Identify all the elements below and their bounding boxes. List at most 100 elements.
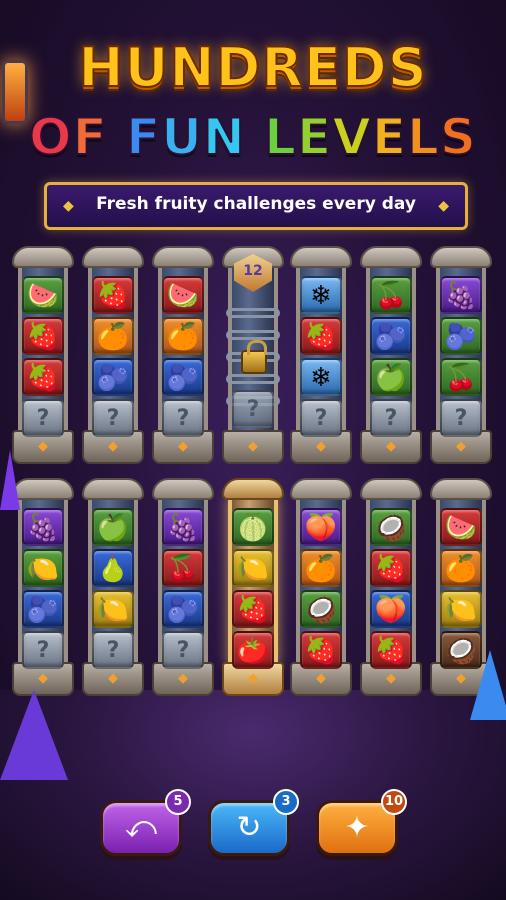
tube-base: ◆	[222, 430, 284, 464]
fruit-tile[interactable]: 🫐	[92, 358, 134, 396]
mystery-tile[interactable]: ?	[440, 399, 482, 437]
fruit-tile[interactable]: 🍈	[232, 508, 274, 546]
fruit-tile[interactable]: 🫐	[370, 317, 412, 355]
tube-cap	[360, 478, 422, 500]
title-line-1: HUNDREDS	[77, 35, 428, 100]
fruit-tile[interactable]: 🥥	[370, 508, 412, 546]
fruit-tube[interactable]: ◆ 🍇 🫐 🍒?	[430, 246, 492, 464]
undo-button[interactable]: ⤺ 5	[100, 789, 191, 856]
diamond-icon: ◆	[38, 671, 48, 686]
fruit-tile[interactable]: 🍊	[440, 549, 482, 587]
mystery-tile[interactable]: ?	[22, 631, 64, 669]
fruit-tile[interactable]: 🍊	[300, 549, 342, 587]
fruit-tile[interactable]: 🍅	[232, 631, 274, 669]
refresh-button[interactable]: ↻ 3	[208, 789, 299, 856]
fruit-tile[interactable]: 🍋	[92, 590, 134, 628]
diamond-icon: ◆	[108, 671, 118, 686]
fruit-tile[interactable]: 🍓	[22, 317, 64, 355]
chain-icon	[226, 330, 280, 340]
mystery-tile[interactable]: ?	[92, 631, 134, 669]
fruit-tile[interactable]: 🍇	[440, 276, 482, 314]
tube-cap	[12, 246, 74, 268]
mystery-tile[interactable]: ?	[300, 399, 342, 437]
title-letter: F	[72, 107, 127, 167]
fruit-tile[interactable]: 🍓	[300, 631, 342, 669]
fruit-tile[interactable]: 🍓	[232, 590, 274, 628]
fruit-tile[interactable]: 🍒	[370, 276, 412, 314]
mystery-tile[interactable]: ?	[162, 631, 204, 669]
mystery-tile[interactable]: ?	[162, 399, 204, 437]
tube-cap	[152, 246, 214, 268]
fruit-tile[interactable]: 🍒	[162, 549, 204, 587]
fruit-tile[interactable]: 🍑	[300, 508, 342, 546]
fruit-tile[interactable]: 🍋	[440, 590, 482, 628]
fruit-tile[interactable]: ❄	[300, 276, 342, 314]
fruit-tube[interactable]: ◆ 🍇 🍒 🫐?	[152, 478, 214, 696]
tube-cap	[290, 246, 352, 268]
chain-icon	[226, 308, 280, 318]
diamond-icon: ◆	[248, 671, 258, 686]
fruit-tile[interactable]: 🫐	[22, 590, 64, 628]
fruit-tile[interactable]: 🍑	[370, 590, 412, 628]
fruit-tube[interactable]: ◆ 🍑 🍊 🥥 🍓	[290, 478, 352, 696]
fruit-tile[interactable]: 🍏	[370, 358, 412, 396]
fruit-tube[interactable]: ◆ 🍏 🍐 🍋?	[82, 478, 144, 696]
title-letter: N	[202, 107, 265, 167]
fruit-tube[interactable]: ◆ 🍒 🫐 🍏?	[360, 246, 422, 464]
crystal-left-small-icon	[0, 450, 20, 510]
fruit-tile[interactable]: 🍇	[22, 508, 64, 546]
mystery-tile[interactable]: ?	[370, 399, 412, 437]
tube-cap	[430, 246, 492, 268]
fruit-tube[interactable]: ◆ ❄ 🍓 ❄?	[290, 246, 352, 464]
banner-text: Fresh fruity challenges every day	[96, 194, 416, 214]
fruit-tube[interactable]: ◆ 🍓 🍊 🫐?	[82, 246, 144, 464]
title-letter: L	[406, 107, 440, 167]
diamond-icon: ◆	[438, 198, 449, 214]
chain-icon	[226, 374, 280, 384]
locked-tube[interactable]: ◆ 12?	[222, 246, 284, 464]
fruit-tile[interactable]: 🫐	[162, 590, 204, 628]
level-number: 12	[243, 263, 263, 279]
mystery-tile[interactable]: ?	[22, 399, 64, 437]
title-letter: E	[371, 107, 408, 167]
fruit-tile[interactable]: 🍋	[232, 549, 274, 587]
booster-count-badge: 5	[165, 789, 191, 815]
fruit-tile[interactable]: 🍊	[162, 317, 204, 355]
diamond-icon: ◆	[386, 671, 396, 686]
fruit-tile[interactable]: 🍓	[92, 276, 134, 314]
fruit-tube[interactable]: ◆ 🥥 🍓 🍑 🍓	[360, 478, 422, 696]
fruit-tube[interactable]: ◆ 🍉 🍓 🍓?	[12, 246, 74, 464]
stone-floor	[0, 690, 506, 900]
diamond-icon: ◆	[456, 439, 466, 454]
title-letter: F	[125, 107, 162, 167]
fruit-tile[interactable]: 🫐	[440, 317, 482, 355]
fruit-tile[interactable]: 🍇	[162, 508, 204, 546]
tube-cap	[12, 478, 74, 500]
fruit-tile[interactable]: 🍓	[300, 317, 342, 355]
diamond-icon: ◆	[38, 439, 48, 454]
fruit-tube[interactable]: ◆ 🍉 🍊 🫐?	[152, 246, 214, 464]
tube-cap	[82, 478, 144, 500]
fruit-tile[interactable]: ❄	[300, 358, 342, 396]
fruit-tile[interactable]: 🍉	[162, 276, 204, 314]
fruit-tile[interactable]: 🍋	[22, 549, 64, 587]
title-letter: L	[263, 107, 298, 167]
fruit-tile[interactable]: 🍐	[92, 549, 134, 587]
magic-button[interactable]: ✦ 10	[316, 789, 407, 856]
title-line-2: OF FUN LEVELS	[0, 107, 506, 167]
fruit-tile[interactable]: 🍓	[370, 631, 412, 669]
fruit-tile[interactable]: 🍓	[22, 358, 64, 396]
fruit-tile[interactable]: 🍓	[370, 549, 412, 587]
diamond-icon: ◆	[248, 439, 258, 454]
fruit-tile[interactable]: 🥥	[300, 590, 342, 628]
diamond-icon: ◆	[386, 439, 396, 454]
fruit-tile[interactable]: 🍏	[92, 508, 134, 546]
fruit-tube[interactable]: ◆ 🍈 🍋 🍓 🍅	[222, 478, 284, 696]
fruit-tile[interactable]: 🍊	[92, 317, 134, 355]
mystery-tile[interactable]: ?	[92, 399, 134, 437]
fruit-tube[interactable]: ◆ 🍇 🍋 🫐?	[12, 478, 74, 696]
fruit-tile[interactable]: 🍉	[440, 508, 482, 546]
fruit-tile[interactable]: 🫐	[162, 358, 204, 396]
fruit-tile[interactable]: 🍒	[440, 358, 482, 396]
fruit-tile[interactable]: 🍉	[22, 276, 64, 314]
